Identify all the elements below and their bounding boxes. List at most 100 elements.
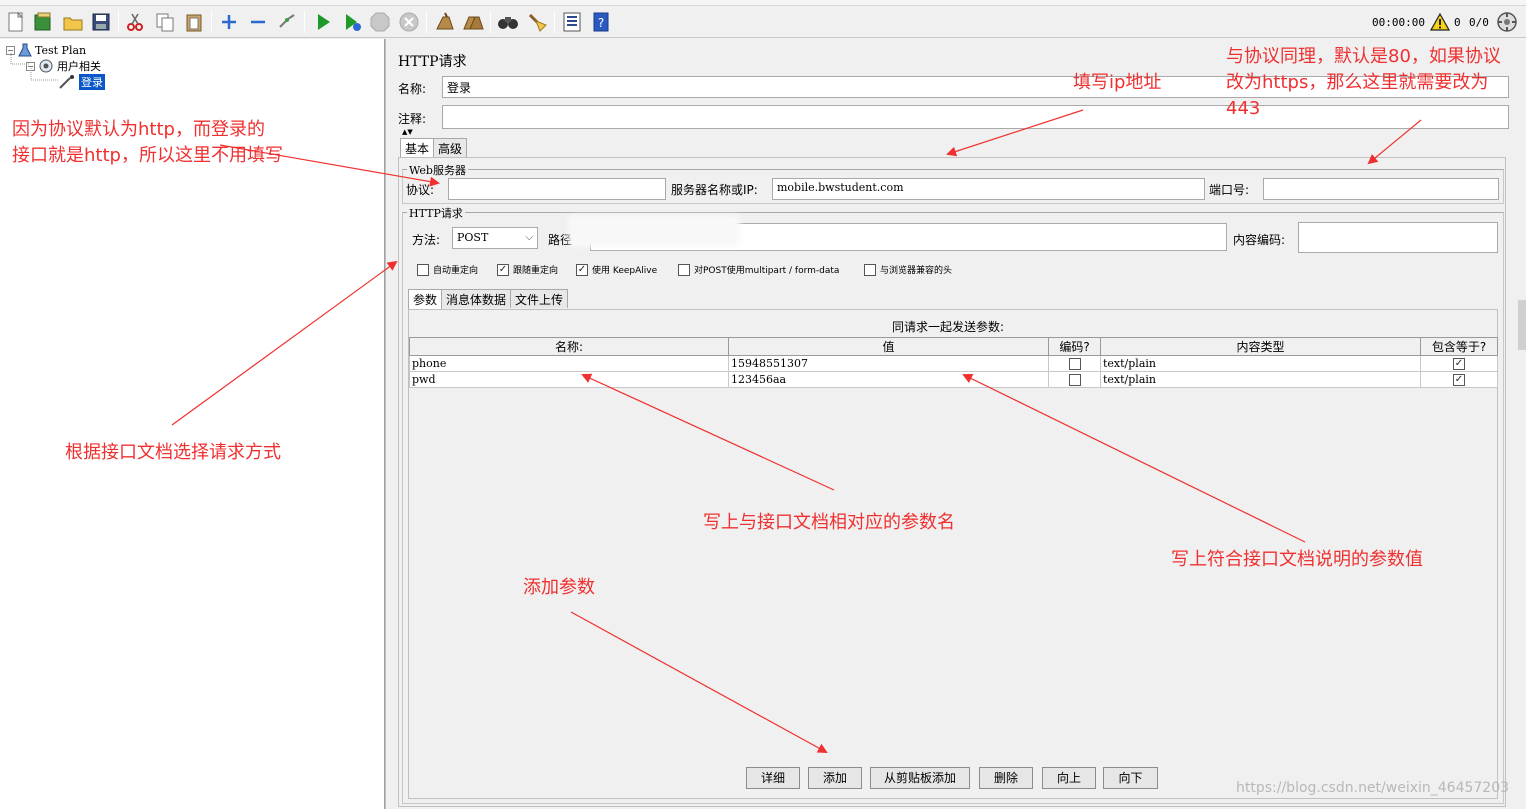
vertical-scrollbar[interactable] bbox=[1518, 300, 1526, 350]
server-name-field[interactable]: mobile.bwstudent.com bbox=[772, 178, 1205, 200]
encode-cell[interactable] bbox=[1048, 355, 1101, 372]
elapsed-timer: 00:00:00 bbox=[1372, 16, 1425, 29]
copy-icon[interactable] bbox=[154, 11, 176, 33]
toggle-icon[interactable] bbox=[276, 11, 298, 33]
move-down-button[interactable]: 向下 bbox=[1103, 767, 1158, 789]
content-encoding-field[interactable] bbox=[1298, 222, 1498, 253]
annotation-add: 添加参数 bbox=[523, 577, 595, 598]
param-value-cell[interactable]: 123456aa bbox=[728, 371, 1049, 388]
start-no-pauses-icon[interactable] bbox=[341, 11, 363, 33]
http-request-panel: HTTP请求 名称: 登录 注释: ▲▼ 基本 高级 Web服务器 协议: 服务… bbox=[392, 39, 1526, 809]
checkbox-box[interactable] bbox=[1068, 358, 1081, 370]
checkbox-box[interactable] bbox=[1068, 374, 1081, 386]
comment-label: 注释: bbox=[398, 112, 427, 126]
clear-icon[interactable] bbox=[433, 11, 455, 33]
chevron-down-icon: ⌵ bbox=[525, 232, 533, 243]
port-label: 端口号: bbox=[1209, 183, 1250, 197]
comment-field[interactable] bbox=[442, 105, 1509, 129]
splitter-arrows-icon[interactable]: ▲▼ bbox=[402, 128, 413, 136]
shutdown-icon[interactable] bbox=[398, 11, 420, 33]
browser-headers-checkbox[interactable]: 与浏览器兼容的头 bbox=[864, 263, 952, 276]
expand-icon[interactable] bbox=[218, 11, 240, 33]
content-type-cell[interactable]: text/plain bbox=[1100, 355, 1421, 372]
checkbox-checked-icon[interactable]: ✓ bbox=[1453, 374, 1465, 386]
warning-count: 0 bbox=[1454, 16, 1461, 29]
col-header-include-equals[interactable]: 包含等于? bbox=[1420, 337, 1498, 356]
content-type-cell[interactable]: text/plain bbox=[1100, 371, 1421, 388]
follow-redirect-checkbox[interactable]: ✓ 跟随重定向 bbox=[497, 263, 558, 276]
move-up-button[interactable]: 向上 bbox=[1042, 767, 1096, 789]
checkbox-checked-icon[interactable]: ✓ bbox=[497, 263, 509, 276]
col-header-value[interactable]: 值 bbox=[728, 337, 1049, 356]
table-row[interactable]: pwd 123456aa text/plain ✓ bbox=[409, 371, 1498, 388]
redacted-blur bbox=[568, 215, 740, 247]
name-label: 名称: bbox=[398, 82, 427, 96]
add-button[interactable]: 添加 bbox=[808, 767, 862, 789]
delete-button[interactable]: 删除 bbox=[979, 767, 1033, 789]
multipart-label: 对POST使用multipart / form-data bbox=[694, 266, 840, 276]
stop-icon[interactable] bbox=[369, 11, 391, 33]
params-caption: 同请求一起发送参数: bbox=[892, 320, 1005, 334]
save-icon[interactable] bbox=[90, 11, 112, 33]
tab-file-upload[interactable]: 文件上传 bbox=[510, 289, 569, 308]
method-value: POST bbox=[457, 231, 489, 244]
clear-all-icon[interactable] bbox=[462, 11, 484, 33]
include-equals-cell[interactable]: ✓ bbox=[1420, 371, 1498, 388]
method-select[interactable]: POST ⌵ bbox=[452, 227, 538, 249]
thread-count: 0/0 bbox=[1469, 16, 1489, 29]
templates-icon[interactable] bbox=[32, 11, 54, 33]
col-header-content-type[interactable]: 内容类型 bbox=[1100, 337, 1421, 356]
detail-button[interactable]: 详细 bbox=[746, 767, 800, 789]
port-field[interactable] bbox=[1263, 178, 1499, 200]
pane-splitter[interactable] bbox=[385, 39, 390, 809]
param-value-cell[interactable]: 15948551307 bbox=[728, 355, 1049, 372]
param-name-cell[interactable]: pwd bbox=[409, 371, 729, 388]
reset-search-icon[interactable] bbox=[526, 11, 548, 33]
config-tabs: 基本 高级 bbox=[400, 138, 468, 158]
keepalive-checkbox[interactable]: ✓ 使用 KeepAlive bbox=[576, 263, 657, 276]
param-name-cell[interactable]: phone bbox=[409, 355, 729, 372]
help-icon[interactable]: ? bbox=[590, 11, 612, 33]
checkbox-checked-icon[interactable]: ✓ bbox=[1453, 358, 1465, 370]
tab-parameters[interactable]: 参数 bbox=[408, 289, 443, 309]
checkbox-box[interactable] bbox=[864, 263, 876, 276]
checkbox-checked-icon[interactable]: ✓ bbox=[576, 263, 588, 276]
annotation-protocol-line2: 接口就是http，所以这里不用填写 bbox=[12, 145, 283, 166]
protocol-label: 协议: bbox=[406, 183, 435, 197]
new-icon[interactable] bbox=[5, 11, 27, 33]
add-from-clipboard-button[interactable]: 从剪贴板添加 bbox=[870, 767, 970, 789]
table-row[interactable]: phone 15948551307 text/plain ✓ bbox=[409, 355, 1498, 372]
protocol-field[interactable] bbox=[448, 178, 666, 200]
method-label: 方法: bbox=[412, 233, 441, 247]
annotation-protocol-line1: 因为协议默认为http，而登录的 bbox=[12, 119, 265, 140]
cut-icon[interactable] bbox=[124, 11, 146, 33]
warning-icon[interactable] bbox=[1430, 12, 1450, 32]
collapse-icon[interactable] bbox=[247, 11, 269, 33]
tab-advanced[interactable]: 高级 bbox=[433, 138, 468, 157]
start-icon[interactable] bbox=[312, 11, 334, 33]
col-header-name[interactable]: 名称: bbox=[409, 337, 729, 356]
multipart-checkbox[interactable]: 对POST使用multipart / form-data bbox=[678, 263, 839, 276]
open-icon[interactable] bbox=[62, 11, 84, 33]
auto-redirect-checkbox[interactable]: 自动重定向 bbox=[417, 263, 478, 276]
include-equals-cell[interactable]: ✓ bbox=[1420, 355, 1498, 372]
body-tabs: 参数 消息体数据 文件上传 bbox=[408, 289, 569, 309]
paste-icon[interactable] bbox=[183, 11, 205, 33]
auto-redirect-label: 自动重定向 bbox=[433, 266, 479, 276]
page-title: HTTP请求 bbox=[398, 54, 467, 70]
checkbox-box[interactable] bbox=[678, 263, 690, 276]
function-helper-icon[interactable] bbox=[561, 11, 583, 33]
web-server-legend: Web服务器 bbox=[407, 162, 468, 178]
annotation-port-line2: 改为https，那么这里就需要改为 bbox=[1226, 72, 1489, 93]
annotation-port-line3: 443 bbox=[1226, 98, 1261, 119]
encode-cell[interactable] bbox=[1048, 371, 1101, 388]
checkbox-box[interactable] bbox=[417, 263, 429, 276]
search-icon[interactable] bbox=[497, 11, 519, 33]
server-label: 服务器名称或IP: bbox=[671, 183, 758, 197]
tab-body-data[interactable]: 消息体数据 bbox=[441, 289, 512, 308]
col-header-encode[interactable]: 编码? bbox=[1048, 337, 1101, 356]
parameters-table[interactable]: 名称: 值 编码? 内容类型 包含等于? phone 15948551307 t… bbox=[409, 337, 1498, 388]
tab-basic[interactable]: 基本 bbox=[400, 138, 435, 158]
table-header-row: 名称: 值 编码? 内容类型 包含等于? bbox=[409, 337, 1498, 356]
remote-icon[interactable] bbox=[1496, 11, 1518, 33]
